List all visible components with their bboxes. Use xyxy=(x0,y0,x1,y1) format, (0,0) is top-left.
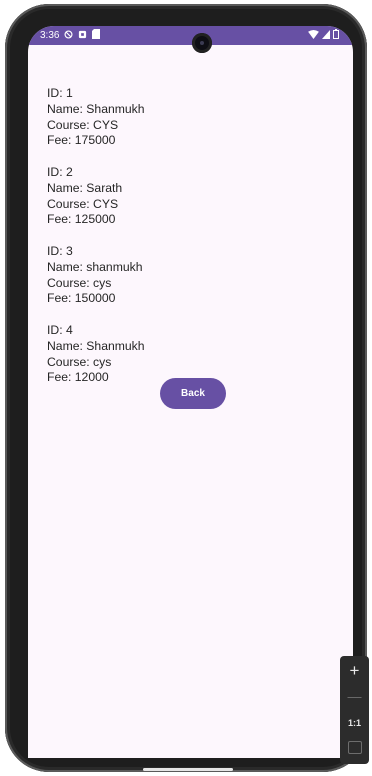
notification-icon xyxy=(78,30,87,42)
zoom-out-button[interactable]: — xyxy=(340,688,369,704)
student-list: ID: 1 Name: Shanmukh Course: CYS Fee: 17… xyxy=(47,86,145,386)
zoom-reset-button[interactable]: 1:1 xyxy=(340,718,369,728)
app-screen: 3:36 ID: 1 Name: Shanmukh Course: CYS Fe… xyxy=(28,26,353,758)
wifi-icon xyxy=(308,29,319,42)
record-fee: Fee: 125000 xyxy=(47,212,116,227)
student-record: ID: 1 Name: Shanmukh Course: CYS Fee: 17… xyxy=(47,86,145,149)
sd-card-icon xyxy=(92,29,101,42)
zoom-in-button[interactable]: + xyxy=(340,661,369,681)
record-id: ID: 3 xyxy=(47,243,73,258)
record-id: ID: 1 xyxy=(47,86,73,100)
record-name: Name: Shanmukh xyxy=(47,338,145,353)
record-name: Name: Shanmukh xyxy=(47,101,145,116)
status-right xyxy=(308,29,339,42)
status-left: 3:36 xyxy=(40,29,101,42)
student-record: ID: 3 Name: shanmukh Course: cys Fee: 15… xyxy=(47,244,145,307)
record-course: Course: CYS xyxy=(47,117,119,132)
zoom-fit-icon[interactable] xyxy=(348,741,362,754)
record-course: Course: CYS xyxy=(47,196,119,211)
device-frame: 3:36 ID: 1 Name: Shanmukh Course: CYS Fe… xyxy=(5,4,367,772)
battery-icon xyxy=(333,29,339,42)
signal-icon xyxy=(322,29,330,42)
status-time: 3:36 xyxy=(40,30,60,41)
gesture-nav-handle[interactable] xyxy=(143,768,233,771)
student-record: ID: 2 Name: Sarath Course: CYS Fee: 1250… xyxy=(47,165,145,228)
emulator-zoom-controls: + — 1:1 xyxy=(340,656,369,764)
status-bar: 3:36 xyxy=(28,26,353,45)
record-course: Course: cys xyxy=(47,354,112,369)
record-fee: Fee: 175000 xyxy=(47,133,116,148)
record-name: Name: shanmukh xyxy=(47,259,143,274)
student-record: ID: 4 Name: Shanmukh Course: cys Fee: 12… xyxy=(47,323,145,386)
record-id: ID: 4 xyxy=(47,322,73,337)
record-fee: Fee: 12000 xyxy=(47,370,109,385)
record-id: ID: 2 xyxy=(47,164,73,179)
back-button[interactable]: Back xyxy=(160,378,226,409)
record-fee: Fee: 150000 xyxy=(47,291,116,306)
vpn-icon xyxy=(64,29,73,42)
front-camera xyxy=(192,33,212,53)
record-name: Name: Sarath xyxy=(47,180,123,195)
record-course: Course: cys xyxy=(47,275,112,290)
